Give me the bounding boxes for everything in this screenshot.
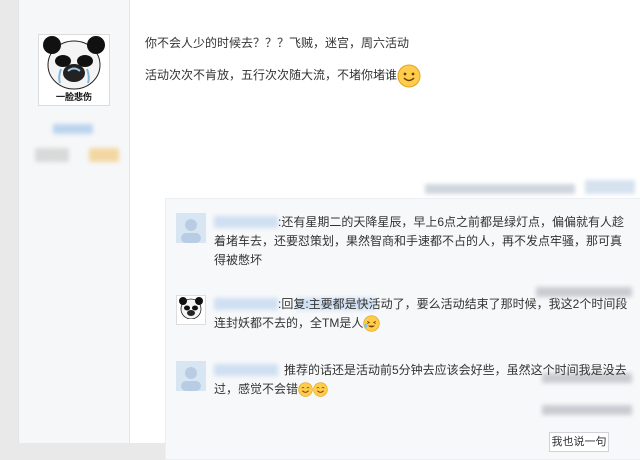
post-content: 你不会人少的时候去？？？飞贼，迷宫，周六活动 活动次次不肯放，五行次次随大流，不…: [145, 0, 640, 460]
author-avatar[interactable]: 一脸悲伤: [38, 34, 110, 106]
reply-meta: [542, 405, 632, 415]
author-level-blur: [35, 148, 69, 162]
post-tail-meta: [425, 184, 575, 194]
reply-avatar[interactable]: [176, 295, 206, 325]
reply-text: :回复:主要都是快活动了，要么活动结束了那时候，我这2个时间段连封妖都不去的，全…: [214, 295, 628, 333]
post-line-1: 你不会人少的时候去？？？飞贼，迷宫，周六活动: [145, 36, 410, 50]
post-tail-action: [585, 180, 635, 194]
smile-emoji-icon: [298, 382, 313, 398]
default-avatar-icon: [176, 361, 206, 391]
reply-text: :还有星期二的天降星辰，早上6点之前都是绿灯点，偏偏就有人趁着堵车去，还要怼策划…: [214, 215, 625, 267]
post-line-2: 活动次次不肯放，五行次次随大流，不堵你堵谁: [145, 64, 421, 88]
reply-button[interactable]: 我也说一句: [549, 432, 609, 452]
avatar-caption: 一脸悲伤: [55, 93, 92, 103]
post-body: 你不会人少的时候去？？？飞贼，迷宫，周六活动 活动次次不肯放，五行次次随大流，不…: [145, 36, 421, 102]
reply-text: 推荐的话还是活动前5分钟去应该会好些，虽然这个时间我是没去过，感觉不会错: [214, 363, 627, 398]
author-name-blur: [53, 124, 93, 134]
reply-avatar[interactable]: [176, 213, 206, 243]
reply-item: :还有星期二的天降星辰，早上6点之前都是绿灯点，偏偏就有人趁着堵车去，还要怼策划…: [176, 213, 632, 297]
author-badge-blur: [89, 148, 119, 162]
smile-emoji-icon: [397, 64, 421, 88]
post-card: 一脸悲伤 你不会人少的时候去？？？飞贼，迷宫，周六活动 活动次次不肯放，五行次次…: [18, 0, 640, 460]
reply-item: :回复:主要都是快活动了，要么活动结束了那时候，我这2个时间段连封妖都不去的，全…: [176, 295, 632, 383]
panda-meme-avatar-icon: [43, 36, 105, 90]
smile-emoji-icon: [313, 382, 328, 398]
author-column: 一脸悲伤: [19, 0, 130, 443]
reply-item: 推荐的话还是活动前5分钟去应该会好些，虽然这个时间我是没去过，感觉不会错: [176, 361, 632, 417]
reply-avatar[interactable]: [176, 361, 206, 391]
laughing-tears-emoji-icon: [363, 315, 380, 332]
default-avatar-icon: [176, 213, 206, 243]
reply-list: :还有星期二的天降星辰，早上6点之前都是绿灯点，偏偏就有人趁着堵车去，还要怼策划…: [165, 198, 640, 460]
panda-meme-small-avatar-icon: [179, 297, 203, 323]
